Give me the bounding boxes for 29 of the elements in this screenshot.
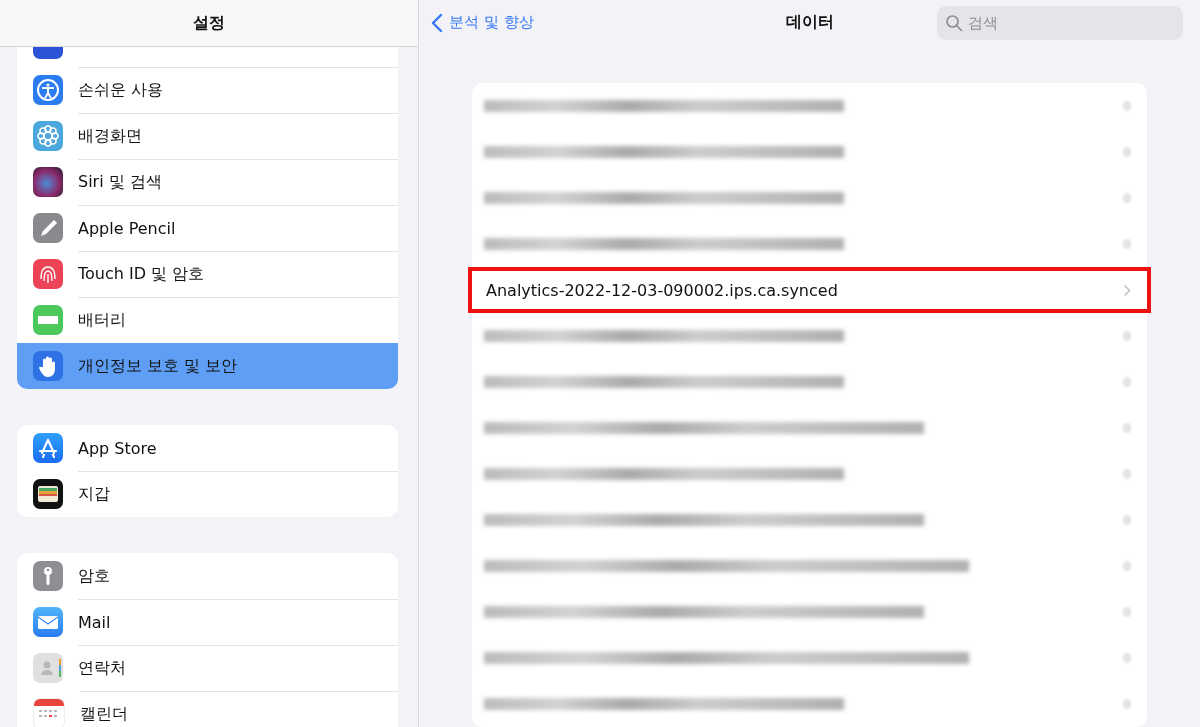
- settings-label: 손쉬운 사용: [78, 66, 398, 114]
- settings-label: 암호: [78, 564, 111, 587]
- settings-item[interactable]: Siri 및 검색: [17, 159, 398, 205]
- settings-item[interactable]: Mail: [17, 599, 398, 645]
- file-row[interactable]: Analytics-2022-12-03-090002.ips.ca.synced: [468, 267, 1151, 313]
- settings-item[interactable]: 개인정보 보호 및 보안: [17, 343, 398, 389]
- settings-label: Siri 및 검색: [78, 158, 398, 206]
- settings-label: Mail: [78, 598, 398, 646]
- search-field[interactable]: 검색: [937, 5, 1183, 40]
- settings-item[interactable]: Touch ID 및 암호: [17, 251, 398, 297]
- settings-item[interactable]: 캘린더: [17, 691, 398, 727]
- settings-label: 지갑: [78, 470, 398, 517]
- settings-label: 캘린더: [80, 690, 398, 727]
- back-link[interactable]: 분석 및 향상: [431, 12, 534, 33]
- settings-item[interactable]: 손쉬운 사용: [17, 67, 398, 113]
- settings-item[interactable]: Apple Pencil: [17, 205, 398, 251]
- sidebar-title: 설정: [193, 12, 225, 34]
- settings-item[interactable]: 지갑: [17, 471, 398, 517]
- settings-item[interactable]: 연락처: [17, 645, 398, 691]
- settings-label: Touch ID 및 암호: [78, 250, 398, 298]
- settings-item[interactable]: 암호: [17, 553, 398, 599]
- page-title: 데이터: [785, 12, 834, 33]
- settings-label: 배경화면: [78, 112, 398, 160]
- settings-label: 연락처: [78, 644, 398, 692]
- settings-label: 개인정보 보호 및 보안: [78, 355, 239, 377]
- settings-item[interactable]: 배경화면: [17, 113, 398, 159]
- settings-label: Apple Pencil: [78, 204, 398, 252]
- settings-item[interactable]: App Store: [17, 425, 398, 471]
- settings-label: App Store: [78, 437, 158, 460]
